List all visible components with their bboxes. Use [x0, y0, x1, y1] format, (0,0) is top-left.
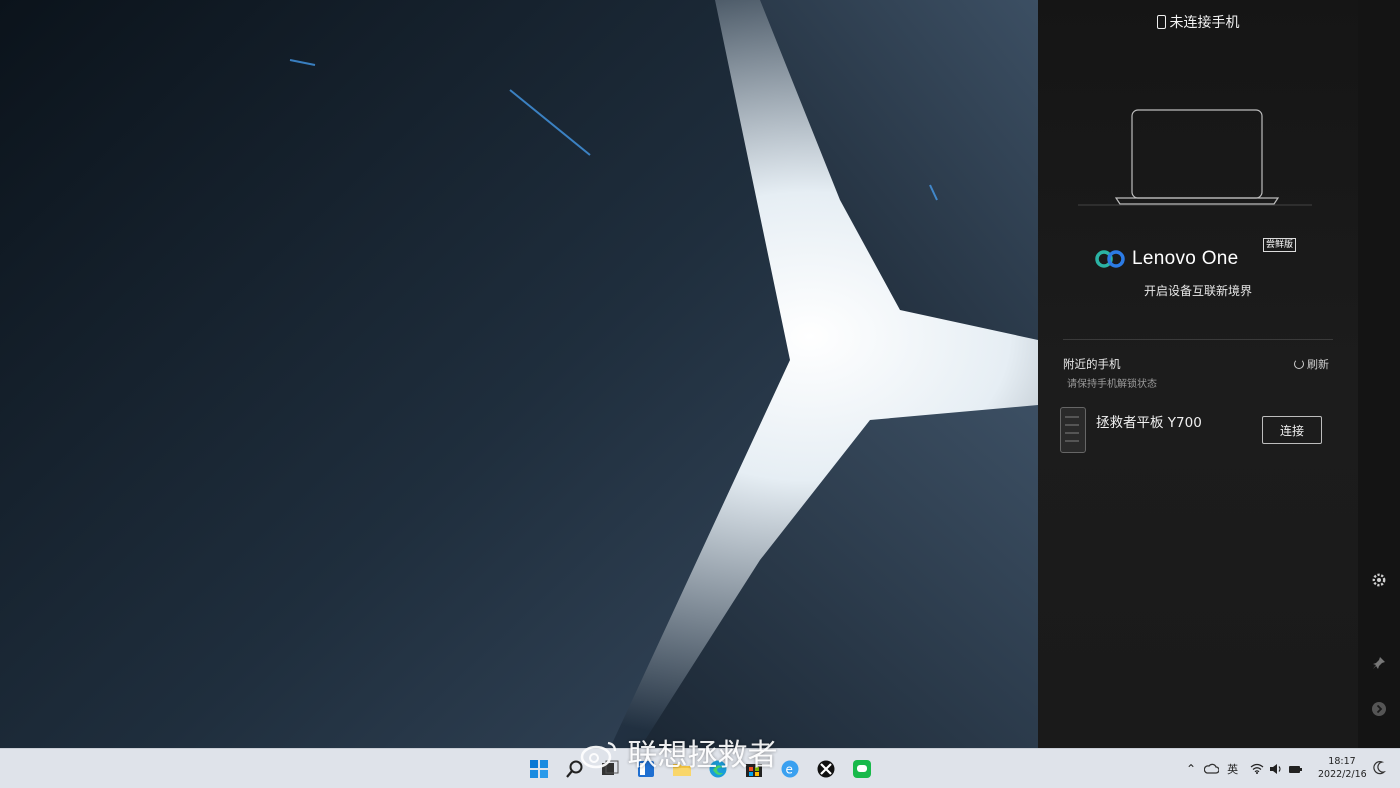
device-name: 拯救者平板 Y700 [1096, 415, 1202, 431]
refresh-icon [1294, 359, 1304, 369]
nearby-phones-title: 附近的手机 [1063, 357, 1121, 371]
watermark-text: 联想拯救者 [627, 738, 778, 773]
wallpaper-art [0, 0, 1038, 748]
browser-e-icon[interactable]: e [780, 759, 800, 779]
settings-gear-icon[interactable] [1371, 572, 1387, 588]
phone-icon [1156, 15, 1166, 29]
onedrive-cloud-icon[interactable] [1204, 763, 1220, 774]
expand-arrow-icon[interactable] [1371, 701, 1387, 717]
side-rail [1358, 0, 1400, 748]
volume-icon[interactable] [1269, 763, 1283, 775]
connection-status-label: 未连接手机 [1169, 15, 1240, 31]
clock-date: 2022/2/16 [1318, 769, 1367, 780]
connect-button[interactable]: 连接 [1262, 416, 1322, 444]
start-windows-icon[interactable] [529, 759, 549, 779]
refresh-label: 刷新 [1307, 358, 1329, 371]
system-tray: ⌃ 英 [1186, 749, 1304, 788]
weibo-logo-icon [580, 741, 617, 769]
edition-badge: 尝鲜版 [1263, 238, 1297, 252]
connection-status: 未连接手机 [1038, 12, 1358, 32]
battery-plug-icon[interactable] [1288, 763, 1304, 775]
wechat-icon[interactable] [852, 759, 872, 779]
wifi-icon[interactable] [1250, 763, 1264, 774]
pin-icon[interactable] [1371, 655, 1387, 671]
nearby-phones-hint: 请保持手机解锁状态 [1067, 379, 1157, 390]
brand-name: Lenovo One [1132, 248, 1239, 269]
tagline: 开启设备互联新境界 [1143, 284, 1252, 298]
chevron-up-icon[interactable]: ⌃ [1186, 762, 1196, 776]
tablet-device-icon [1060, 407, 1086, 453]
clock[interactable]: 18:17 2022/2/16 [1318, 755, 1367, 781]
laptop-illustration [1078, 109, 1312, 206]
svg-text:e: e [786, 763, 793, 777]
lenovo-one-logo-icon [1095, 250, 1125, 268]
lenovo-one-panel: 未连接手机 Lenovo One 尝鲜版 开启设备互联新境界 附近的手机 请保持… [1038, 0, 1358, 748]
input-method-indicator[interactable]: 英 [1227, 761, 1238, 777]
notification-moon-icon[interactable] [1372, 760, 1386, 776]
divider [1063, 339, 1333, 340]
xbox-icon[interactable] [816, 759, 836, 779]
refresh-button[interactable]: 刷新 [1294, 356, 1329, 372]
weibo-watermark: 联想拯救者 [580, 730, 778, 774]
brand: Lenovo One [1094, 248, 1239, 270]
clock-time: 18:17 [1328, 756, 1356, 767]
desktop-wallpaper [0, 0, 1038, 748]
